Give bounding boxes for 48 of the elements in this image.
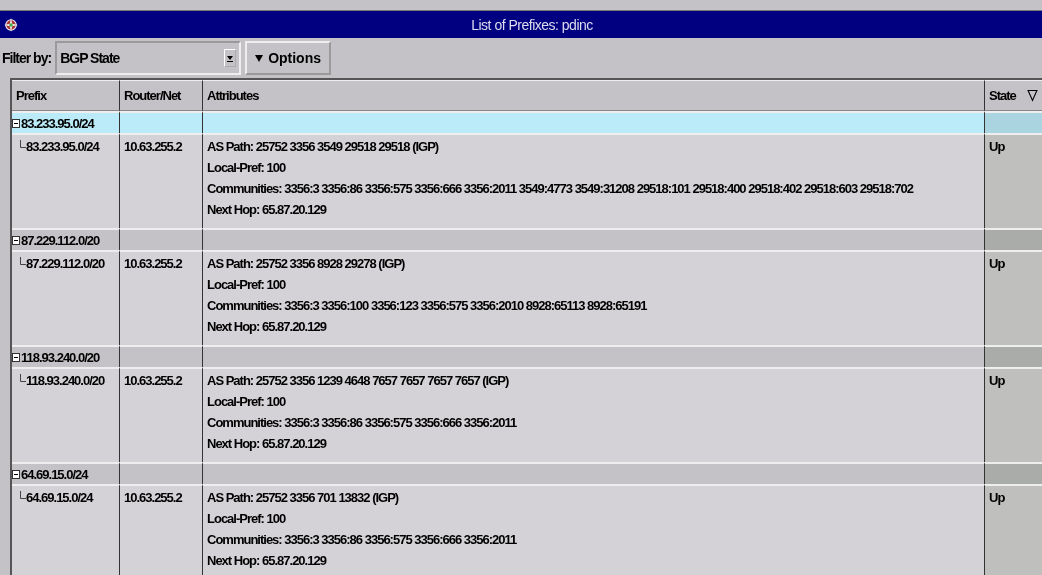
state-cell: Up bbox=[985, 367, 1042, 462]
collapse-icon[interactable] bbox=[12, 118, 20, 128]
table-cell: 64.69.15.0/24 bbox=[12, 484, 120, 575]
table-cell: 83.233.95.0/24 bbox=[12, 111, 120, 133]
table-cell: 10.63.255.2 bbox=[120, 133, 203, 228]
table-cell: 64.69.15.0/24 bbox=[12, 462, 120, 484]
table-cell: 10.63.255.2 bbox=[120, 367, 203, 462]
attribute-text: AS Path: 25752 3356 1239 4648 7657 7657 7657 7657 (IGP) bbox=[207, 373, 510, 390]
filter-label: Filter by: bbox=[2, 50, 52, 66]
attribute-text: Local-Pref: 100 bbox=[207, 394, 287, 411]
attribute-text: Next Hop: 65.87.20.129 bbox=[207, 202, 328, 219]
collapse-icon[interactable] bbox=[12, 352, 20, 362]
attribute-text: AS Path: 25752 3356 3549 29518 29518 (IGP) bbox=[207, 139, 440, 156]
table-cell: 87.229.112.0/20 bbox=[12, 250, 120, 345]
table-cell: 118.93.240.0/20 bbox=[12, 345, 120, 367]
attribute-text: Communities: 3356:3 3356:86 3356:575 3356:666 3356:2011 3549:4773 3549:31208 29518:101 29518:400 29518:402 29518:603 29518:702 bbox=[207, 181, 915, 198]
attribute-text: Local-Pref: 100 bbox=[207, 511, 287, 528]
collapse-icon[interactable] bbox=[12, 235, 20, 245]
table-cell: 87.229.112.0/20 bbox=[12, 228, 120, 250]
attribute-text: Next Hop: 65.87.20.129 bbox=[207, 436, 328, 453]
table-cell: 10.63.255.2 bbox=[120, 484, 203, 575]
state-cell: Up bbox=[985, 133, 1042, 228]
attribute-text: AS Path: 25752 3356 701 13832 (IGP) bbox=[207, 490, 400, 507]
sort-icon bbox=[1027, 89, 1038, 102]
attribute-text: Communities: 3356:3 3356:86 3356:575 3356:666 3356:2011 bbox=[207, 532, 518, 549]
tree-branch-icon bbox=[20, 257, 26, 265]
attribute-text: Local-Pref: 100 bbox=[207, 160, 287, 177]
triangle-icon bbox=[255, 54, 264, 62]
tree-branch-icon bbox=[20, 374, 26, 382]
column-header[interactable]: Attributes bbox=[203, 80, 985, 111]
table-cell: 118.93.240.0/20 bbox=[12, 367, 120, 462]
attribute-text: Next Hop: 65.87.20.129 bbox=[207, 319, 328, 336]
state-cell: Up bbox=[985, 484, 1042, 575]
tree-branch-icon bbox=[20, 140, 26, 148]
filter-dropdown[interactable]: BGP State bbox=[55, 41, 242, 75]
options-button[interactable]: Options bbox=[245, 41, 331, 75]
attribute-text: Next Hop: 65.87.20.129 bbox=[207, 553, 328, 570]
tree-branch-icon bbox=[20, 491, 26, 499]
attribute-text: Local-Pref: 100 bbox=[207, 277, 287, 294]
table-cell: 10.63.255.2 bbox=[120, 250, 203, 345]
collapse-icon[interactable] bbox=[12, 469, 20, 479]
compass-icon bbox=[4, 17, 18, 32]
state-cell: Up bbox=[985, 250, 1042, 345]
table-cell: 83.233.95.0/24 bbox=[12, 133, 120, 228]
attribute-text: AS Path: 25752 3356 8928 29278 (IGP) bbox=[207, 256, 406, 273]
window-title: List of Prefixes: pdinc bbox=[470, 16, 594, 33]
attribute-text: Communities: 3356:3 3356:100 3356:123 3356:575 3356:2010 8928:65113 8928:65191 bbox=[207, 298, 648, 315]
attribute-text: Communities: 3356:3 3356:86 3356:575 3356:666 3356:2011 bbox=[207, 415, 518, 432]
